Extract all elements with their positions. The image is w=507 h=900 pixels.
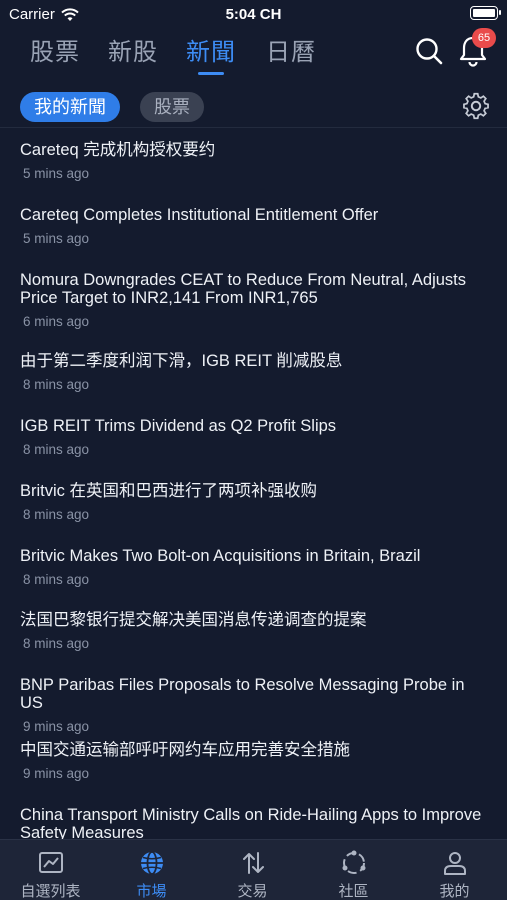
bottom-tab-bar: 自選列表 市場 交易 社區 我的 (0, 839, 507, 900)
news-item[interactable]: BNP Paribas Files Proposals to Resolve M… (0, 676, 507, 734)
tab-me[interactable]: 我的 (404, 840, 505, 900)
news-item[interactable]: Nomura Downgrades CEAT to Reduce From Ne… (0, 271, 507, 329)
tab-label: 市場 (136, 883, 167, 900)
tab-calendar[interactable]: 日曆 (266, 32, 316, 67)
news-title: China Transport Ministry Calls on Ride-H… (20, 806, 482, 839)
tab-ipo[interactable]: 新股 (108, 32, 158, 67)
tab-stocks[interactable]: 股票 (30, 32, 80, 67)
status-bar: Carrier 5:04 CH (0, 0, 507, 28)
news-item[interactable]: Careteq Completes Institutional Entitlem… (0, 206, 507, 246)
news-title: 由于第二季度利润下滑，IGB REIT 削减股息 (20, 352, 343, 370)
filter-my-news[interactable]: 我的新聞 (20, 92, 120, 122)
news-time: 8 mins ago (23, 442, 90, 457)
tab-label: 社區 (338, 883, 369, 900)
news-title: 法国巴黎银行提交解决美国消息传递调查的提案 (20, 611, 367, 629)
tab-label: 交易 (237, 883, 268, 900)
news-title: Careteq Completes Institutional Entitlem… (20, 206, 379, 224)
battery-icon (470, 6, 501, 20)
globe-icon (141, 851, 163, 875)
news-item[interactable]: IGB REIT Trims Dividend as Q2 Profit Sli… (0, 417, 507, 457)
news-item[interactable]: Careteq 完成机构授权要约 5 mins ago (0, 141, 507, 181)
community-icon (342, 850, 366, 874)
filter-stocks[interactable]: 股票 (140, 92, 204, 122)
news-time: 8 mins ago (23, 507, 90, 522)
transfer-icon (243, 852, 264, 874)
status-time: 5:04 CH (225, 6, 282, 23)
news-title: IGB REIT Trims Dividend as Q2 Profit Sli… (20, 417, 337, 435)
person-icon (444, 852, 466, 875)
news-time: 5 mins ago (23, 231, 90, 246)
news-title: Britvic 在英国和巴西进行了两项补强收购 (20, 482, 317, 500)
news-title: 中国交通运输部呼吁网约车应用完善安全措施 (20, 741, 350, 759)
tab-label: 我的 (439, 883, 470, 900)
news-title: Nomura Downgrades CEAT to Reduce From Ne… (20, 271, 466, 307)
news-filter-bar: 我的新聞 股票 (0, 88, 507, 126)
tab-trade[interactable]: 交易 (202, 840, 303, 900)
tab-market[interactable]: 市場 (101, 840, 202, 900)
news-item[interactable]: 由于第二季度利润下滑，IGB REIT 削减股息 8 mins ago (0, 352, 507, 392)
news-time: 5 mins ago (23, 166, 90, 181)
news-title: Britvic Makes Two Bolt-on Acquisitions i… (20, 547, 421, 565)
news-item[interactable]: 中国交通运输部呼吁网约车应用完善安全措施 9 mins ago (0, 741, 507, 781)
news-time: 8 mins ago (23, 377, 90, 392)
news-item[interactable]: China Transport Ministry Calls on Ride-H… (0, 806, 507, 839)
news-item[interactable]: Britvic 在英国和巴西进行了两项补强收购 8 mins ago (0, 482, 507, 522)
chart-icon (39, 852, 63, 873)
gear-icon[interactable] (461, 91, 491, 121)
news-item[interactable]: Britvic Makes Two Bolt-on Acquisitions i… (0, 547, 507, 587)
tab-watchlist[interactable]: 自選列表 (0, 840, 101, 900)
news-time: 8 mins ago (23, 572, 90, 587)
news-title: BNP Paribas Files Proposals to Resolve M… (20, 676, 465, 712)
news-title: Careteq 完成机构授权要约 (20, 141, 216, 159)
news-time: 9 mins ago (23, 766, 90, 781)
news-list: Careteq 完成机构授权要约 5 mins ago Careteq Comp… (0, 128, 507, 839)
news-time: 8 mins ago (23, 636, 90, 651)
news-item[interactable]: 法国巴黎银行提交解决美国消息传递调查的提案 8 mins ago (0, 611, 507, 651)
tab-community[interactable]: 社區 (303, 840, 404, 900)
tab-news[interactable]: 新聞 (186, 32, 236, 75)
search-icon[interactable] (414, 36, 444, 66)
notification-badge: 65 (472, 28, 496, 48)
tab-label: 自選列表 (20, 883, 81, 900)
news-time: 6 mins ago (23, 314, 90, 329)
news-time: 9 mins ago (23, 719, 90, 734)
